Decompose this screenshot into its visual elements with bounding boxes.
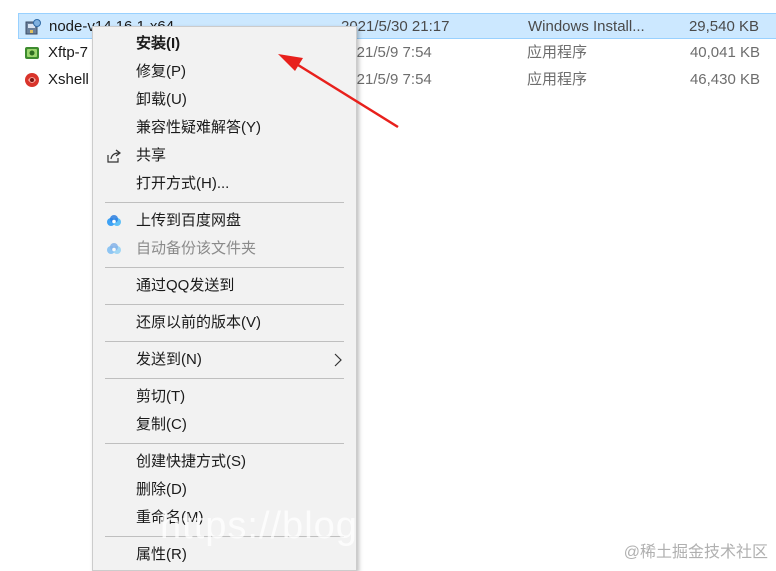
baidu-netdisk-icon (107, 243, 121, 254)
menu-separator (105, 443, 344, 444)
menu-item-label: 卸载(U) (136, 91, 187, 108)
file-date: 2021/5/30 21:17 (341, 18, 450, 35)
msi-installer-icon (25, 19, 41, 35)
menu-item-label: 打开方式(H)... (136, 175, 230, 192)
menu-item-create-shortcut[interactable]: 创建快捷方式(S) (94, 448, 355, 476)
menu-item-send-to[interactable]: 发送到(N) (94, 346, 355, 374)
menu-item-upload-baidu[interactable]: 上传到百度网盘 (94, 207, 355, 235)
menu-item-send-qq[interactable]: 通过QQ发送到 (94, 272, 355, 300)
menu-item-label: 复制(C) (136, 416, 187, 433)
menu-item-share[interactable]: 共享 (94, 142, 355, 170)
menu-item-label: 自动备份该文件夹 (136, 240, 257, 257)
baidu-netdisk-icon (107, 215, 121, 226)
menu-item-cut[interactable]: 剪切(T) (94, 383, 355, 411)
menu-separator (105, 304, 344, 305)
file-type: 应用程序 (527, 71, 588, 88)
menu-item-install[interactable]: 安装(I) (94, 30, 355, 58)
file-name: Xshell (48, 71, 89, 88)
watermark-site: @稀土掘金技术社区 (623, 544, 768, 561)
share-icon (107, 149, 121, 163)
menu-item-label: 创建快捷方式(S) (136, 453, 246, 470)
menu-item-troubleshoot[interactable]: 兼容性疑难解答(Y) (94, 114, 355, 142)
menu-separator (105, 341, 344, 342)
menu-item-label: 通过QQ发送到 (136, 277, 235, 294)
file-type: Windows Install... (528, 18, 645, 35)
menu-item-label: 发送到(N) (136, 351, 202, 368)
xftp-app-icon (25, 47, 39, 59)
menu-item-label: 还原以前的版本(V) (136, 314, 261, 331)
menu-item-label: 兼容性疑难解答(Y) (136, 119, 261, 136)
menu-item-label: 共享 (136, 147, 167, 164)
file-size: 46,430 KB (689, 71, 760, 88)
context-menu: 安装(I) 修复(P) 卸载(U) 兼容性疑难解答(Y) 共享 打开方式(H).… (92, 26, 357, 571)
menu-item-label: 安装(I) (136, 35, 181, 52)
file-type: 应用程序 (527, 44, 588, 61)
menu-item-delete[interactable]: 删除(D) (94, 476, 355, 504)
menu-item-restore-versions[interactable]: 还原以前的版本(V) (94, 309, 355, 337)
file-size: 29,540 KB (688, 18, 759, 35)
menu-separator (105, 378, 344, 379)
watermark-url: https://blog (160, 505, 358, 547)
file-name: Xftp-7 (48, 44, 89, 61)
menu-item-uninstall[interactable]: 卸载(U) (94, 86, 355, 114)
file-size: 40,041 KB (689, 44, 760, 61)
chevron-right-icon (334, 353, 342, 367)
menu-separator (105, 267, 344, 268)
menu-item-open-with[interactable]: 打开方式(H)... (94, 170, 355, 198)
menu-item-auto-backup[interactable]: 自动备份该文件夹 (94, 235, 355, 263)
menu-item-label: 修复(P) (136, 63, 186, 80)
xshell-app-icon (25, 73, 39, 87)
menu-item-copy[interactable]: 复制(C) (94, 411, 355, 439)
menu-item-repair[interactable]: 修复(P) (94, 58, 355, 86)
menu-separator (105, 202, 344, 203)
menu-item-label: 上传到百度网盘 (136, 212, 242, 229)
menu-item-label: 删除(D) (136, 481, 187, 498)
menu-item-label: 剪切(T) (136, 388, 186, 405)
